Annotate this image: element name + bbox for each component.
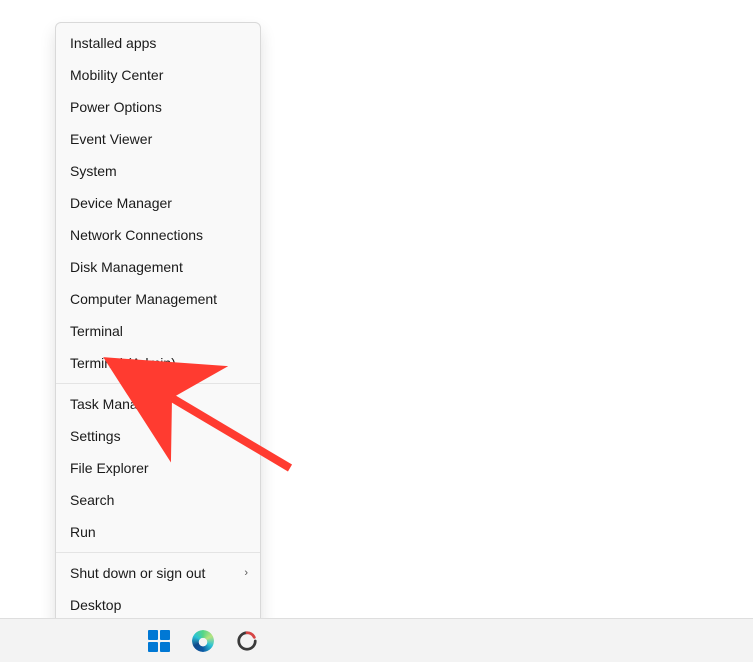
menu-item-label: Device Manager xyxy=(70,194,172,212)
menu-item-label: Search xyxy=(70,491,114,509)
menu-divider xyxy=(56,552,260,553)
menu-item-label: Settings xyxy=(70,427,121,445)
menu-item-task-manager[interactable]: Task Manager xyxy=(56,388,260,420)
menu-item-label: System xyxy=(70,162,117,180)
menu-item-installed-apps[interactable]: Installed apps xyxy=(56,27,260,59)
menu-item-computer-management[interactable]: Computer Management xyxy=(56,283,260,315)
menu-item-label: Run xyxy=(70,523,96,541)
menu-item-label: Network Connections xyxy=(70,226,203,244)
menu-item-label: Disk Management xyxy=(70,258,183,276)
menu-item-mobility-center[interactable]: Mobility Center xyxy=(56,59,260,91)
menu-item-power-options[interactable]: Power Options xyxy=(56,91,260,123)
menu-item-device-manager[interactable]: Device Manager xyxy=(56,187,260,219)
menu-item-terminal[interactable]: Terminal xyxy=(56,315,260,347)
menu-item-label: Task Manager xyxy=(70,395,158,413)
menu-item-label: Desktop xyxy=(70,596,121,614)
menu-item-desktop[interactable]: Desktop xyxy=(56,589,260,621)
taskbar-pinned-app[interactable] xyxy=(227,621,267,661)
menu-item-file-explorer[interactable]: File Explorer xyxy=(56,452,260,484)
menu-item-settings[interactable]: Settings xyxy=(56,420,260,452)
menu-item-event-viewer[interactable]: Event Viewer xyxy=(56,123,260,155)
taskbar-edge-button[interactable] xyxy=(183,621,223,661)
menu-item-label: Computer Management xyxy=(70,290,217,308)
menu-item-network-connections[interactable]: Network Connections xyxy=(56,219,260,251)
menu-item-label: Installed apps xyxy=(70,34,156,52)
menu-item-label: Mobility Center xyxy=(70,66,163,84)
menu-item-disk-management[interactable]: Disk Management xyxy=(56,251,260,283)
menu-item-label: File Explorer xyxy=(70,459,149,477)
menu-item-run[interactable]: Run xyxy=(56,516,260,548)
start-button[interactable] xyxy=(139,621,179,661)
menu-item-search[interactable]: Search xyxy=(56,484,260,516)
menu-item-label: Power Options xyxy=(70,98,162,116)
pinned-app-icon xyxy=(236,630,258,652)
edge-icon xyxy=(192,630,214,652)
chevron-right-icon: › xyxy=(244,564,248,582)
taskbar xyxy=(0,618,753,662)
menu-divider xyxy=(56,383,260,384)
windows-start-icon xyxy=(148,630,170,652)
winx-context-menu[interactable]: Installed apps Mobility Center Power Optio… xyxy=(55,22,261,626)
menu-item-shut-down[interactable]: Shut down or sign out › xyxy=(56,557,260,589)
menu-item-system[interactable]: System xyxy=(56,155,260,187)
menu-item-label: Terminal xyxy=(70,322,123,340)
menu-item-terminal-admin[interactable]: Terminal (Admin) xyxy=(56,347,260,379)
menu-item-label: Event Viewer xyxy=(70,130,152,148)
menu-item-label: Shut down or sign out xyxy=(70,564,205,582)
menu-item-label: Terminal (Admin) xyxy=(70,354,176,372)
